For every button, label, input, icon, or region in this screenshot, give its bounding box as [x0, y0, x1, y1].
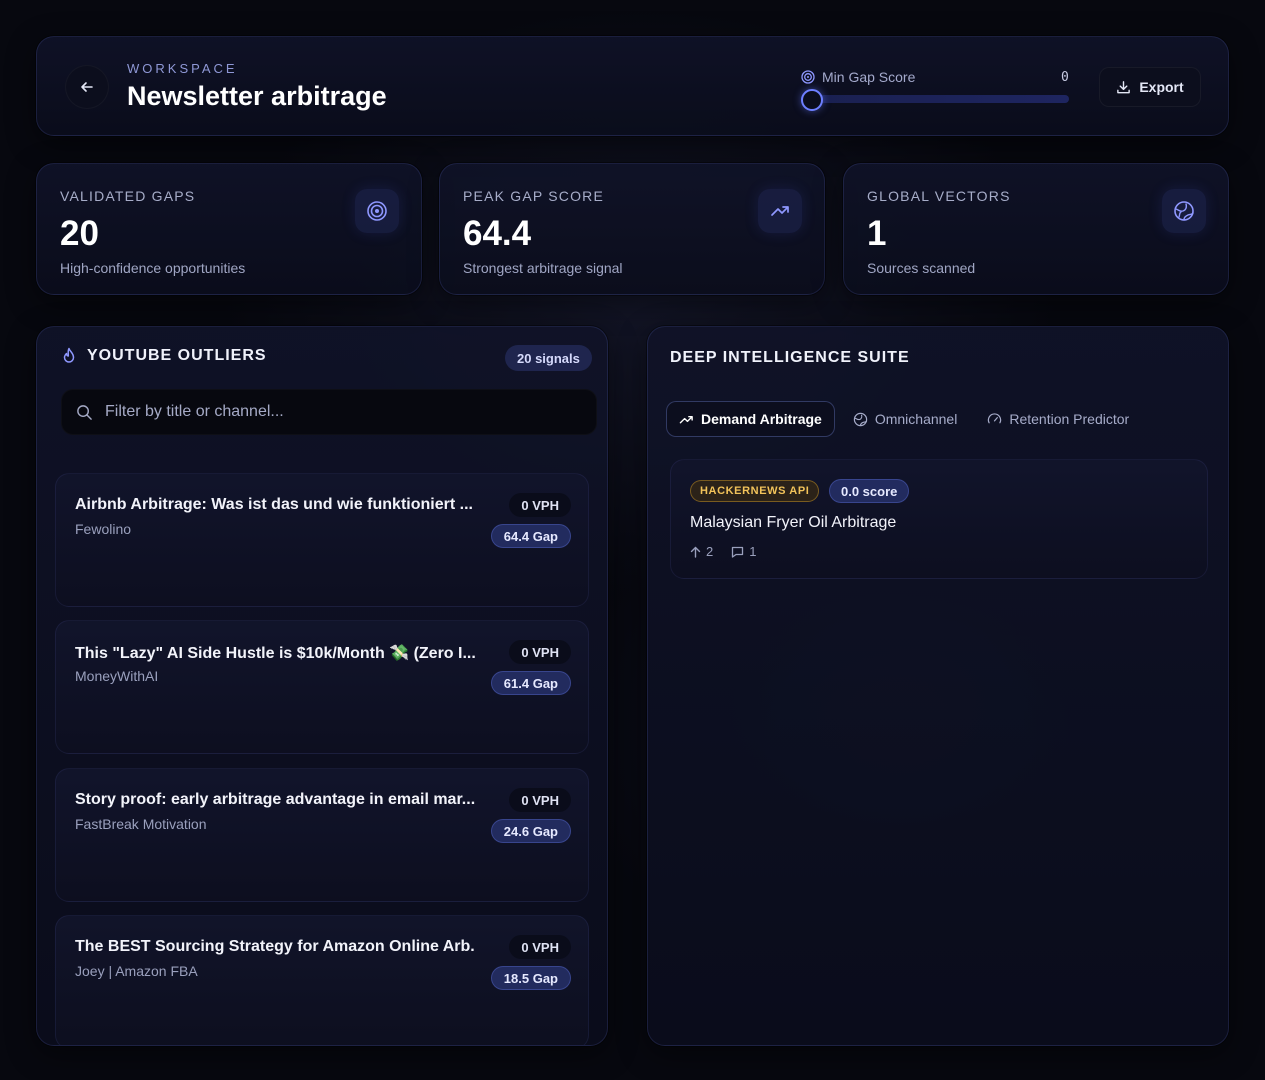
gap-badge: 24.6 Gap	[490, 819, 571, 843]
video-title: The BEST Sourcing Strategy for Amazon On…	[75, 938, 475, 955]
arrow-up-icon	[690, 546, 701, 558]
stat-label: GLOBAL VECTORS	[867, 188, 1011, 204]
vph-badge: 0 VPH	[509, 935, 571, 959]
score-badge: 0.0 score	[829, 479, 910, 503]
gap-badge: 61.4 Gap	[490, 671, 571, 695]
video-channel: MoneyWithAI	[75, 668, 159, 684]
stat-label: PEAK GAP SCORE	[463, 188, 605, 204]
min-gap-label-text: Min Gap Score	[822, 69, 916, 85]
back-button[interactable]	[65, 65, 109, 109]
tab-omnichannel[interactable]: Omnichannel	[841, 401, 970, 437]
video-title: Story proof: early arbitrage advantage i…	[75, 791, 475, 808]
search-icon	[77, 404, 92, 420]
vph-badge: 0 VPH	[509, 640, 571, 664]
flame-icon	[63, 347, 75, 363]
stat-caption: High-confidence opportunities	[60, 260, 246, 276]
globe-icon	[853, 412, 868, 426]
video-channel: FastBreak Motivation	[75, 816, 207, 832]
export-label: Export	[1139, 79, 1184, 95]
tab-label: Omnichannel	[874, 411, 958, 427]
outliers-header: YOUTUBE OUTLIERS	[61, 347, 267, 365]
target-icon	[801, 70, 815, 84]
trending-up-icon	[679, 415, 693, 423]
workspace-label: WORKSPACE	[127, 61, 238, 76]
source-badge: HACKERNEWS API	[690, 480, 820, 502]
gap-badge: 18.5 Gap	[490, 966, 571, 990]
intelligence-suite-panel: DEEP INTELLIGENCE SUITE Demand Arbitrage…	[647, 326, 1229, 1046]
comment-count: 1	[749, 544, 757, 559]
min-gap-slider-thumb[interactable]	[801, 89, 823, 111]
suite-tabs: Demand Arbitrage Omnichannel Retention P…	[666, 401, 1141, 437]
stat-caption: Sources scanned	[867, 260, 976, 276]
comments: 1	[731, 544, 756, 559]
min-gap-slider-track[interactable]	[801, 95, 1069, 103]
download-icon	[1117, 80, 1131, 93]
stat-value: 64.4	[463, 214, 532, 253]
globe-icon	[1162, 189, 1206, 233]
video-card[interactable]: The BEST Sourcing Strategy for Amazon On…	[55, 915, 589, 1045]
page-title: Newsletter arbitrage	[127, 81, 387, 111]
video-card[interactable]: Story proof: early arbitrage advantage i…	[55, 768, 589, 902]
tab-demand-arbitrage[interactable]: Demand Arbitrage	[666, 401, 835, 437]
stat-label: VALIDATED GAPS	[60, 188, 196, 204]
stat-card-global-vectors: GLOBAL VECTORS 1 Sources scanned	[843, 163, 1229, 295]
workspace-header: WORKSPACE Newsletter arbitrage Min Gap S…	[36, 36, 1229, 136]
min-gap-value: 0	[1061, 70, 1069, 85]
filter-field[interactable]	[61, 389, 597, 435]
vph-badge: 0 VPH	[509, 788, 571, 812]
export-button[interactable]: Export	[1099, 67, 1201, 107]
signals-badge: 20 signals	[505, 345, 592, 371]
tab-label: Demand Arbitrage	[701, 411, 822, 427]
tab-label: Retention Predictor	[1009, 411, 1130, 427]
min-gap-label: Min Gap Score	[801, 69, 915, 85]
target-icon	[355, 189, 399, 233]
upvotes: 2	[690, 544, 713, 559]
comment-icon	[732, 546, 744, 558]
arrow-left-icon	[81, 82, 93, 92]
tab-retention-predictor[interactable]: Retention Predictor	[975, 401, 1141, 437]
video-channel: Joey | Amazon FBA	[75, 963, 198, 979]
stat-card-validated-gaps: VALIDATED GAPS 20 High-confidence opport…	[36, 163, 422, 295]
video-title: Airbnb Arbitrage: Was ist das und wie fu…	[75, 496, 473, 513]
video-card[interactable]: This "Lazy" AI Side Hustle is $10k/Month…	[55, 620, 589, 754]
video-card[interactable]: Airbnb Arbitrage: Was ist das und wie fu…	[55, 473, 589, 607]
stat-value: 20	[60, 214, 99, 253]
video-title: This "Lazy" AI Side Hustle is $10k/Month…	[75, 645, 475, 662]
stat-caption: Strongest arbitrage signal	[463, 260, 623, 276]
intel-meta: 2 1	[690, 544, 756, 559]
vph-badge: 0 VPH	[509, 493, 571, 517]
youtube-outliers-panel: YOUTUBE OUTLIERS 20 signals Airbnb Arbit…	[36, 326, 608, 1046]
stat-value: 1	[867, 214, 887, 253]
upvote-count: 2	[706, 544, 714, 559]
stat-card-peak-gap-score: PEAK GAP SCORE 64.4 Strongest arbitrage …	[439, 163, 825, 295]
gap-badge: 64.4 Gap	[490, 524, 571, 548]
intel-card[interactable]: HACKERNEWS API 0.0 score Malaysian Fryer…	[670, 459, 1208, 579]
intel-title: Malaysian Fryer Oil Arbitrage	[690, 514, 897, 531]
video-channel: Fewolino	[75, 521, 132, 537]
trending-up-icon	[758, 189, 802, 233]
gauge-icon	[988, 412, 1002, 423]
filter-input[interactable]	[105, 403, 565, 421]
outliers-title: YOUTUBE OUTLIERS	[87, 347, 267, 364]
suite-title: DEEP INTELLIGENCE SUITE	[670, 349, 910, 366]
